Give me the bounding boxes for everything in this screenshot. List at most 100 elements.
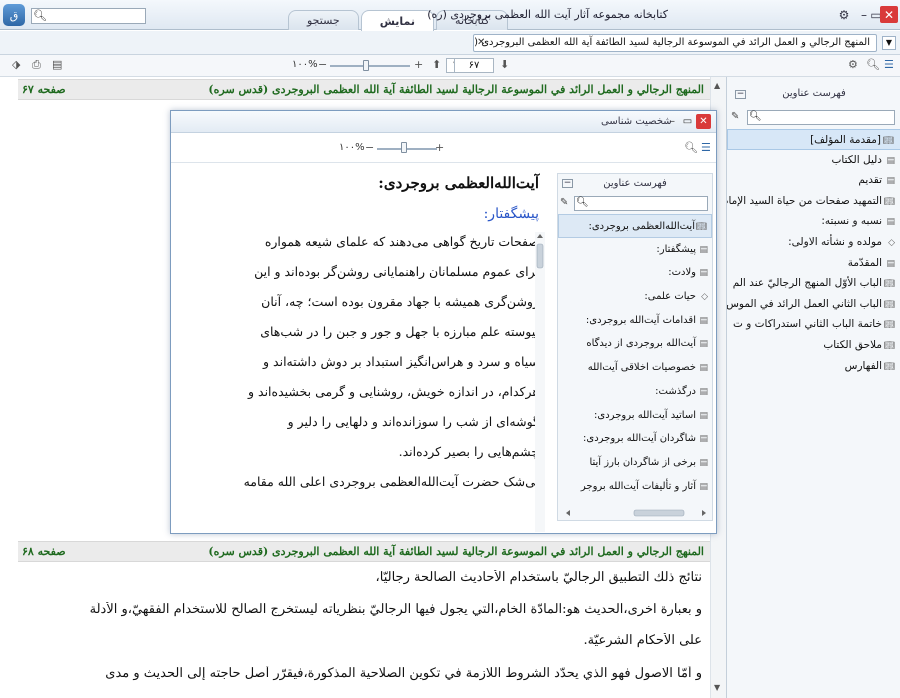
page-icon: ▤	[699, 434, 708, 445]
toc-header-label: فهرست عناوين	[782, 88, 846, 99]
zoom-slider-handle[interactable]	[363, 60, 369, 71]
toc-item[interactable]: ▤اقدامات آیت‌الله بروجردی:	[558, 309, 712, 333]
toc-item[interactable]: 📖︎خاتمة الباب الثاني استدراكات و ت	[727, 314, 900, 335]
toc-item[interactable]: ◇ مولده و نشأته الاولى:	[727, 232, 900, 253]
toc-item[interactable]: ▤درگذشت:	[558, 380, 712, 404]
toc-item[interactable]: ▤ المقدّمة	[727, 253, 900, 274]
toc-item[interactable]: ▤ولادت:	[558, 261, 712, 285]
search-icon[interactable]: 🔍︎	[33, 9, 47, 22]
page-number-input[interactable]: ۶۷	[454, 58, 494, 73]
toc-toggle-icon[interactable]: ☰	[701, 141, 711, 154]
search-icon[interactable]: 🔍︎	[866, 58, 880, 71]
toc-item[interactable]: 📖︎الفهارس	[727, 356, 900, 377]
toc-header: فهرست عناوين −	[558, 178, 712, 189]
tab-search[interactable]: جستجو	[288, 10, 359, 30]
toc-item[interactable]: ▤ تقديم	[727, 170, 900, 191]
tag-icon: ◇	[888, 237, 895, 248]
window-title: کتابخانه مجموعه آثار آیت الله العظمی برو…	[427, 8, 668, 21]
toc-item[interactable]: ▤آثار و تألیفات آیت‌الله بروجر	[558, 475, 712, 499]
edit-icon[interactable]: ✎	[560, 197, 568, 208]
book-icon: 📖︎	[883, 361, 895, 372]
global-search-input[interactable]: 🔍︎	[31, 8, 146, 24]
toc-item[interactable]: 📖︎الباب الأوّل المنهج الرجاليّ عند الم	[727, 273, 900, 294]
prev-page-icon[interactable]: ⬆	[432, 58, 441, 71]
gear-icon[interactable]: ⚙	[848, 58, 858, 71]
dialog-toc-pane: فهرست عناوين − 🔍︎ ✎ 📖︎آیت‌الله‌العظمی بر…	[557, 173, 713, 521]
restore-button[interactable]: ▭	[680, 114, 695, 129]
dialog-toolbar: ۱۰۰% − + 🔍︎ ☰	[171, 133, 716, 163]
toc-item[interactable]: ▤ دليل الكتاب	[727, 150, 900, 171]
toc-item[interactable]: ▤پیشگفتار:	[558, 238, 712, 262]
toc-item[interactable]: ▤ نسبه و نسبته:	[727, 211, 900, 232]
zoom-slider-handle[interactable]	[401, 142, 407, 153]
scroll-down-icon[interactable]: ▼	[714, 683, 720, 692]
toc-item[interactable]: 📖︎ملاحق الكتاب	[727, 335, 900, 356]
close-tab-icon[interactable]: ✕	[477, 35, 485, 51]
zoom-in-icon[interactable]: +	[414, 58, 423, 71]
toc-item-label: المقدّمة	[847, 256, 882, 269]
book-icon: 📖︎	[883, 279, 895, 290]
collapse-icon[interactable]: −	[562, 179, 573, 188]
tab-view[interactable]: نمایش	[360, 10, 435, 31]
toc-toggle-icon[interactable]: ☰	[884, 58, 894, 71]
toc-item[interactable]: 📖︎[مقدمة المؤلف]	[727, 129, 900, 150]
text-line: و أمّا الاصول فهو الذي يحدّد الشروط اللا…	[105, 666, 702, 681]
page-icon: ▤	[699, 244, 708, 255]
tab-menu-icon[interactable]: ▼	[882, 36, 896, 50]
toc-item-label: خصوصیات اخلاقی آیت‌الله	[587, 362, 696, 374]
text-line: گوشه‌ای از شب را سوزانده‌اند و دلهایی را…	[287, 414, 539, 429]
toc-item[interactable]: 📖︎آیت‌الله‌العظمی بروجردی:	[558, 214, 712, 238]
toc-item[interactable]: ◇ حیات علمی:	[558, 285, 712, 309]
page-icon: ▤	[699, 457, 708, 468]
toc-item-label: شاگردان آیت‌الله بروجردی:	[583, 433, 696, 445]
toc-header: فهرست عناوين −	[727, 88, 900, 106]
dialog-scrollbar[interactable]	[535, 232, 545, 532]
print-icon[interactable]: ⎙	[32, 58, 41, 72]
next-page-icon[interactable]: ⬇	[500, 58, 509, 71]
book-icon: 📖︎	[882, 136, 894, 146]
bookmark-icon[interactable]: ⬗	[12, 58, 20, 71]
minimize-button[interactable]: –	[665, 114, 680, 129]
page-icon: ▤	[886, 258, 895, 269]
toc-item[interactable]: 📖︎التمهيد صفحات من حياة السيد الإمام	[727, 191, 900, 212]
zoom-slider[interactable]	[330, 65, 410, 67]
page-icon: ▤	[699, 410, 708, 421]
book-icon: 📖︎	[695, 222, 707, 232]
toc-search-input[interactable]: 🔍︎	[574, 196, 708, 211]
text-line: سیاه و سرد و هراس‌انگیز استبداد بر دوش د…	[263, 354, 539, 369]
search-icon[interactable]: 🔍︎	[576, 197, 589, 208]
page-icon: ▤	[699, 363, 708, 374]
page-view-icon[interactable]: ▤	[52, 58, 62, 71]
zoom-out-icon[interactable]: −	[365, 141, 374, 154]
text-line: روشن‌گری همیشه با جهاد مقرون بوده است؛ چ…	[261, 294, 539, 309]
close-button[interactable]: ✕	[696, 114, 711, 129]
toc-horizontal-scrollbar[interactable]	[564, 508, 708, 518]
toc-item[interactable]: ▤خصوصیات اخلاقی آیت‌الله	[558, 356, 712, 380]
toc-item[interactable]: 📖︎الباب الثاني العمل الرائد في الموس	[727, 294, 900, 315]
scroll-up-icon[interactable]: ▲	[714, 81, 720, 90]
collapse-icon[interactable]: −	[735, 90, 746, 99]
toc-item[interactable]: ▤اساتید آیت‌الله بروجردی:	[558, 404, 712, 428]
toc-item[interactable]: ▤برخی از شاگردان بارز آیتا	[558, 451, 712, 475]
page-icon: ▤	[699, 339, 708, 350]
text-line: چشم‌هایی را بصیر کرده‌اند.	[398, 444, 539, 459]
document-tab[interactable]: المنهج الرجالي و العمل الرائد في الموسوع…	[473, 34, 877, 52]
search-icon[interactable]: 🔍︎	[749, 111, 762, 122]
zoom-slider[interactable]	[377, 148, 437, 150]
book-icon: 📖︎	[883, 320, 895, 331]
toc-item-label: ولادت:	[668, 267, 696, 279]
toc-item-label: آیت‌الله‌العظمی بروجردی:	[588, 221, 695, 232]
toc-search-input[interactable]: 🔍︎	[747, 110, 895, 125]
toc-item[interactable]: ▤شاگردان آیت‌الله بروجردی:	[558, 427, 712, 451]
page-icon: ▤	[886, 155, 895, 166]
zoom-out-icon[interactable]: −	[318, 58, 327, 71]
close-button[interactable]: ✕	[880, 6, 898, 23]
settings-icon[interactable]: ⚙	[835, 6, 853, 23]
book-icon: 📖︎	[883, 196, 895, 207]
zoom-in-icon[interactable]: +	[435, 141, 444, 154]
page-icon: ▤	[886, 217, 895, 228]
edit-icon[interactable]: ✎	[731, 111, 739, 122]
toc-item[interactable]: ▤آیت‌الله بروجردی از دیدگاه	[558, 332, 712, 356]
search-icon[interactable]: 🔍︎	[684, 141, 698, 154]
page-number-label: صفحه ۶۸	[22, 545, 66, 558]
